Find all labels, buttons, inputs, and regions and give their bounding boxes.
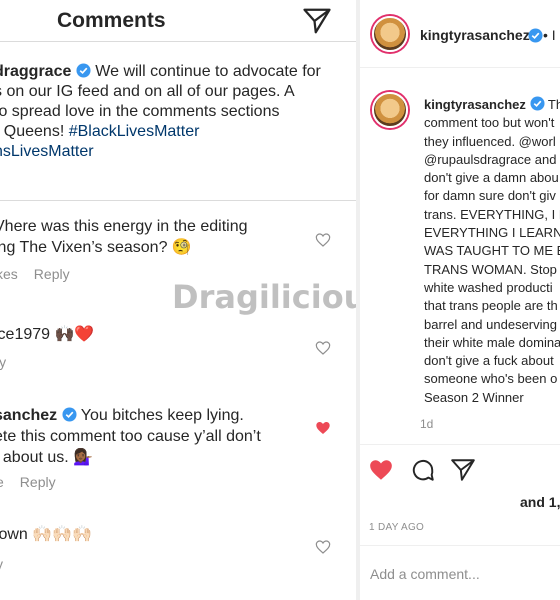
comment-icon[interactable]	[410, 457, 436, 483]
like-heart-icon[interactable]	[315, 232, 331, 248]
reply-button[interactable]: y	[0, 556, 3, 572]
like-heart-icon[interactable]	[315, 539, 331, 555]
header-username[interactable]: kingtyrasanchez	[420, 27, 530, 43]
liked-heart-icon[interactable]	[315, 420, 331, 436]
comments-title: Comments	[57, 9, 166, 32]
post-caption: kingtyrasanchez Th comment too but won't…	[424, 96, 560, 405]
caption-username[interactable]: kingtyrasanchez	[424, 97, 526, 112]
comment-username[interactable]: sanchez	[0, 407, 57, 424]
avatar[interactable]	[372, 16, 408, 52]
comment-item: ice1979 🙌🏿❤️	[0, 326, 95, 343]
divider	[360, 444, 560, 445]
likes-count[interactable]: e	[0, 474, 4, 490]
send-icon[interactable]	[302, 6, 332, 36]
likes-summary[interactable]: and 1,3	[520, 494, 560, 510]
share-icon[interactable]	[450, 457, 476, 483]
hashtag-link[interactable]: #BlackLivesMatter	[69, 123, 200, 140]
post-header: kingtyrasanchez • I	[360, 0, 560, 68]
comment-item: Vhere was this energy in the editing ing…	[0, 218, 248, 256]
post-date: 1 DAY AGO	[369, 522, 425, 533]
like-heart-icon[interactable]	[315, 340, 331, 356]
verified-icon	[76, 63, 91, 78]
comment-meta: e Reply	[0, 474, 72, 490]
comments-panel: Comments draggrace We will continue to a…	[0, 0, 356, 600]
post-caption: draggrace We will continue to advocate f…	[0, 62, 340, 162]
watermark-logo: Dragilicious	[172, 278, 356, 316]
verified-icon	[62, 407, 77, 422]
reply-button[interactable]: ly	[0, 354, 6, 370]
post-panel: kingtyrasanchez • I kingtyrasanchez Th c…	[360, 0, 560, 600]
reply-button[interactable]: Reply	[34, 266, 70, 282]
likes-count[interactable]: kes	[0, 266, 18, 282]
reply-button[interactable]: Reply	[20, 474, 56, 490]
divider	[360, 545, 560, 546]
divider	[0, 200, 356, 201]
verified-icon	[528, 28, 543, 43]
verified-icon	[529, 96, 545, 111]
comment-item: sanchez You bitches keep lying. ete this…	[0, 405, 324, 468]
liked-heart-icon[interactable]	[368, 457, 394, 483]
add-comment-input[interactable]: Add a comment...	[370, 566, 480, 582]
comment-meta: ly	[0, 354, 22, 370]
caption-username[interactable]: draggrace	[0, 63, 71, 80]
comment-meta: kes Reply	[0, 266, 86, 282]
caption-timestamp: 1d	[420, 417, 434, 431]
comment-meta: y	[0, 556, 19, 572]
follow-separator: • I	[543, 27, 556, 43]
hashtag-link[interactable]: nsLivesMatter	[0, 142, 340, 162]
comments-header: Comments	[0, 0, 356, 42]
avatar[interactable]	[372, 92, 408, 128]
comment-item: town 🙌🏻🙌🏻🙌🏻	[0, 526, 93, 543]
